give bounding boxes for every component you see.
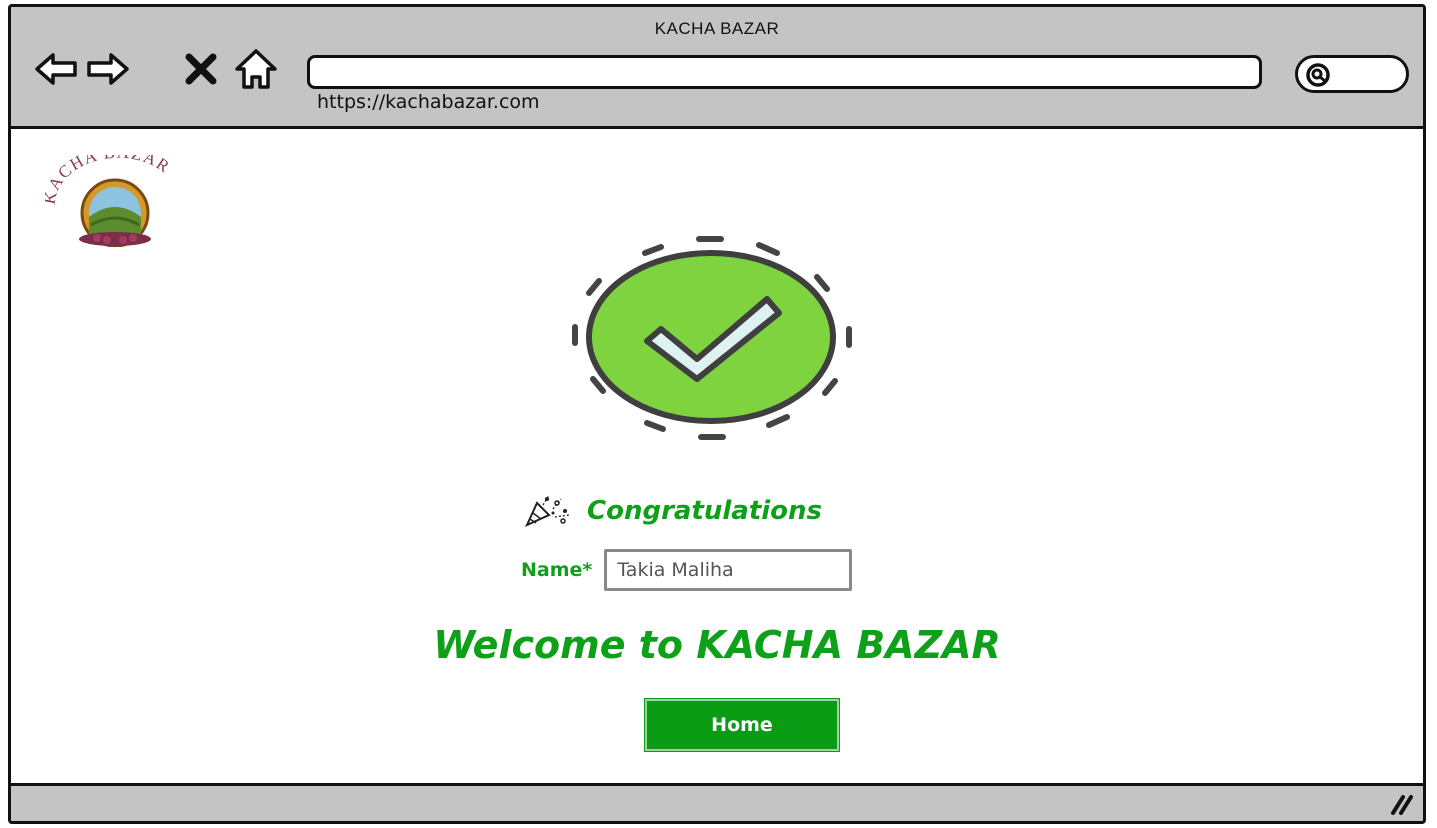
logo-icon: KACHA BAZAR [40, 143, 173, 248]
window-title: KACHA BAZAR [654, 19, 780, 38]
resize-grip-icon[interactable] [1389, 793, 1415, 815]
browser-chrome: KACHA BAZAR https://kachabazar.com [11, 7, 1423, 129]
browser-window: KACHA BAZAR https://kachabazar.com ACHA … [8, 4, 1426, 824]
address-bar[interactable] [307, 55, 1262, 89]
name-label: Name* [521, 559, 593, 581]
name-row: Name* [521, 549, 853, 591]
check-circle-icon [572, 236, 852, 440]
close-icon [185, 53, 217, 85]
party-popper-icon [524, 494, 570, 528]
search-box[interactable] [1295, 55, 1409, 93]
url-text: https://kachabazar.com [317, 91, 540, 113]
search-icon [1306, 63, 1330, 87]
arrow-right-icon [87, 53, 129, 85]
name-input[interactable] [604, 549, 853, 591]
home-nav-button[interactable] [233, 47, 279, 91]
page-content: KACHA BAZAR [11, 129, 1423, 787]
forward-button[interactable] [85, 47, 131, 91]
success-badge [559, 233, 869, 452]
kacha-bazar-logo[interactable]: KACHA BAZAR [40, 143, 185, 252]
welcome-heading: Welcome to KACHA BAZAR [433, 623, 1001, 667]
arrow-left-icon [35, 53, 77, 85]
congratulations-row: Congratulations [523, 491, 822, 531]
congratulations-text: Congratulations [587, 496, 823, 526]
back-button[interactable] [33, 47, 79, 91]
home-icon [235, 49, 277, 89]
home-button[interactable]: Home [644, 698, 840, 752]
status-bar [11, 783, 1423, 821]
stop-button[interactable] [181, 47, 221, 91]
